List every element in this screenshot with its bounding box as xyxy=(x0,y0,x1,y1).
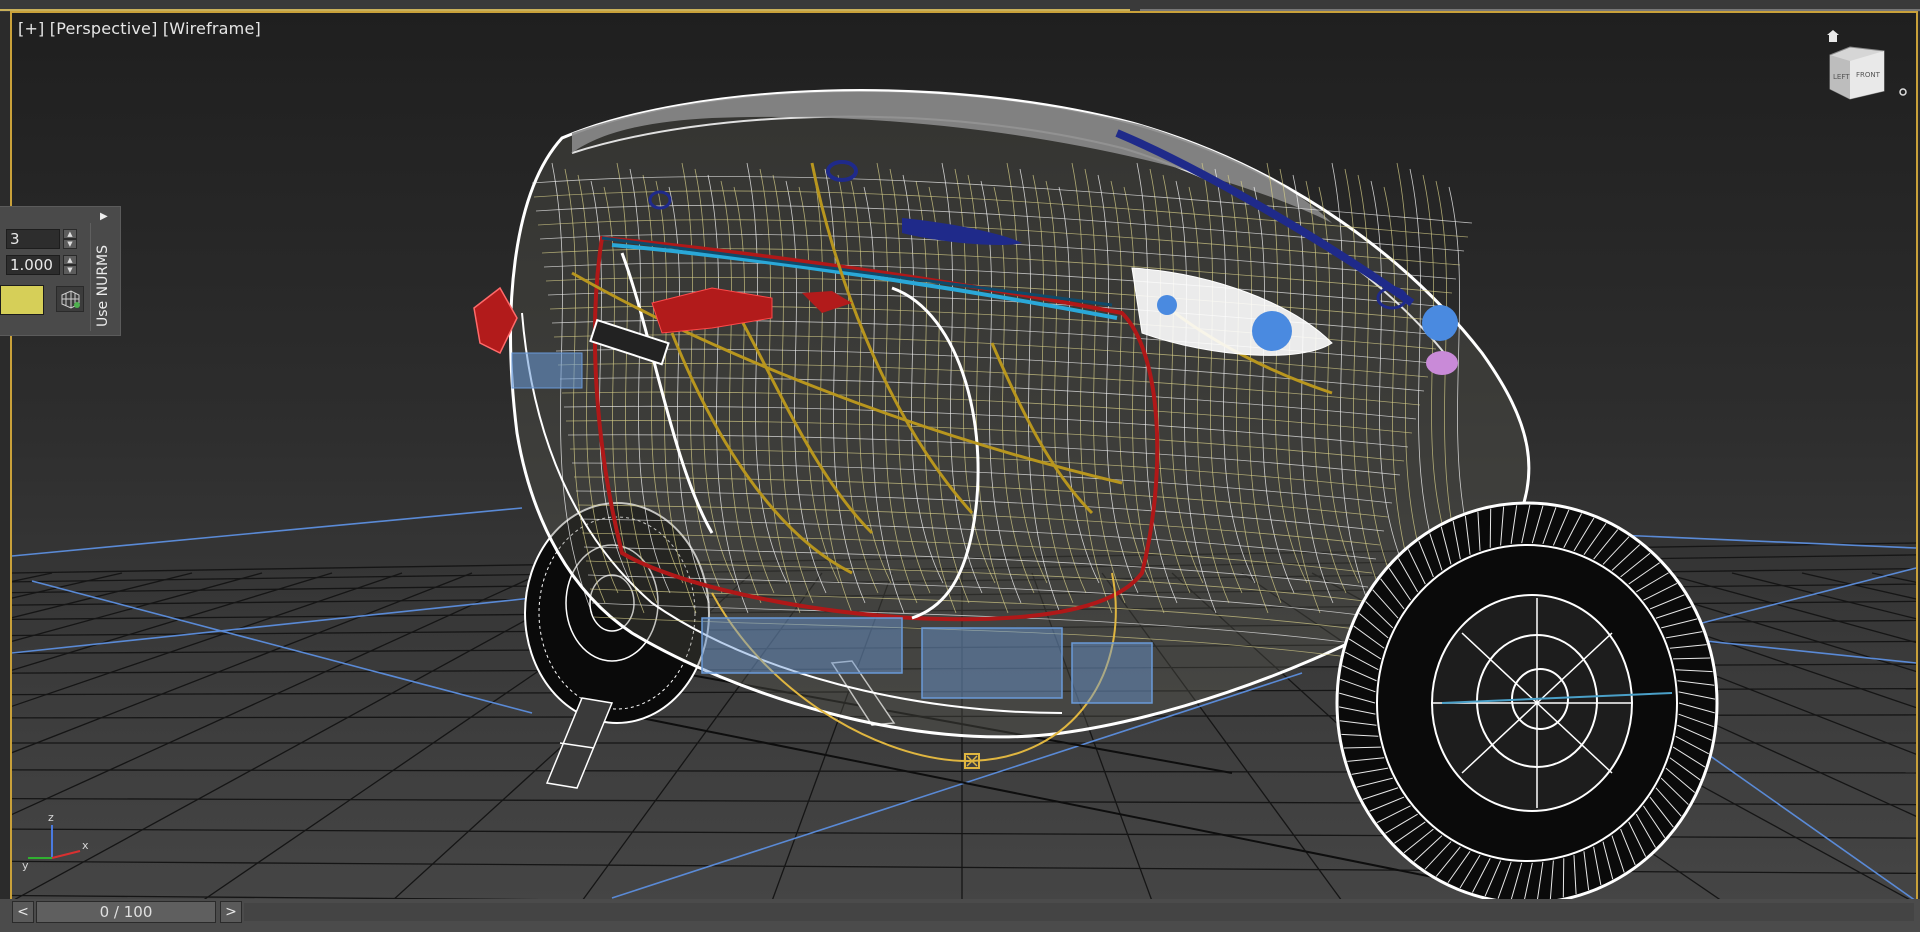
grid-line xyxy=(1801,572,1916,600)
iterations-spinner-arrows[interactable]: ▲ ▼ xyxy=(63,229,77,249)
grid-line xyxy=(12,572,123,599)
cage-color-swatch[interactable] xyxy=(0,285,44,315)
time-prev-button[interactable]: < xyxy=(12,901,34,923)
axis-tripod: z x y xyxy=(22,811,89,872)
grid-line xyxy=(12,572,543,816)
viewport-scene[interactable]: z x y xyxy=(12,13,1916,901)
grid-line xyxy=(12,572,263,643)
grid-line xyxy=(12,572,53,583)
time-next-button[interactable]: > xyxy=(220,901,242,923)
iterations-input[interactable] xyxy=(6,229,60,249)
smoothness-up-icon[interactable]: ▲ xyxy=(63,255,77,265)
top-strip-segment-right xyxy=(1140,0,1920,11)
time-slider-bar: < 0 / 100 > xyxy=(0,899,1920,932)
smoothness-spinner-arrows[interactable]: ▲ ▼ xyxy=(63,255,77,275)
mesh-grid-icon xyxy=(61,290,80,309)
viewport-plus-menu[interactable]: [+] xyxy=(18,19,45,38)
grid-line xyxy=(12,572,403,707)
iterations-down-icon[interactable]: ▼ xyxy=(63,239,77,249)
iterations-spinner: ▲ ▼ xyxy=(6,229,78,251)
viewport-label-menu: [+] [Perspective] [Wireframe] xyxy=(18,19,261,38)
time-track[interactable] xyxy=(244,903,1914,921)
perspective-viewport[interactable]: z x y [+] [Perspective] [Wireframe] LEFT… xyxy=(10,11,1918,903)
top-strip-segment-left xyxy=(0,0,1130,11)
viewcube-front-face[interactable]: FRONT xyxy=(1856,71,1881,79)
home-icon[interactable] xyxy=(1826,29,1840,43)
front-wheel[interactable] xyxy=(1335,501,1719,901)
viewcube-menu-icon[interactable] xyxy=(1898,87,1908,97)
viewcube-left-face[interactable]: LEFT xyxy=(1833,73,1850,81)
viewcube[interactable]: LEFT FRONT xyxy=(1824,43,1886,103)
vehicle-wireframe-model[interactable] xyxy=(473,89,1719,901)
nurms-subdivision-panel: ▲ ▼ ▲ ▼ ▶ Use NURMS xyxy=(0,206,121,336)
viewport-pov-menu[interactable]: [Perspective] xyxy=(50,19,158,38)
smoothness-down-icon[interactable]: ▼ xyxy=(63,265,77,275)
use-nurms-toggle[interactable]: Use NURMS xyxy=(90,223,117,331)
smoothness-spinner: ▲ ▼ xyxy=(6,255,78,277)
use-nurms-label: Use NURMS xyxy=(95,244,111,327)
time-slider-thumb[interactable]: 0 / 100 xyxy=(36,901,216,923)
axis-y-label: y xyxy=(22,859,29,872)
axis-x-label: x xyxy=(82,839,89,852)
viewport-shading-menu[interactable]: [Wireframe] xyxy=(163,19,261,38)
panel-expand-icon[interactable]: ▶ xyxy=(100,211,108,222)
iterations-up-icon[interactable]: ▲ xyxy=(63,229,77,239)
grid-line xyxy=(1871,572,1916,583)
grid-line xyxy=(12,572,333,671)
axis-z-label: z xyxy=(48,811,54,824)
grid-line xyxy=(12,572,613,901)
smoothness-input[interactable] xyxy=(6,255,60,275)
isoline-display-button[interactable] xyxy=(56,286,84,312)
